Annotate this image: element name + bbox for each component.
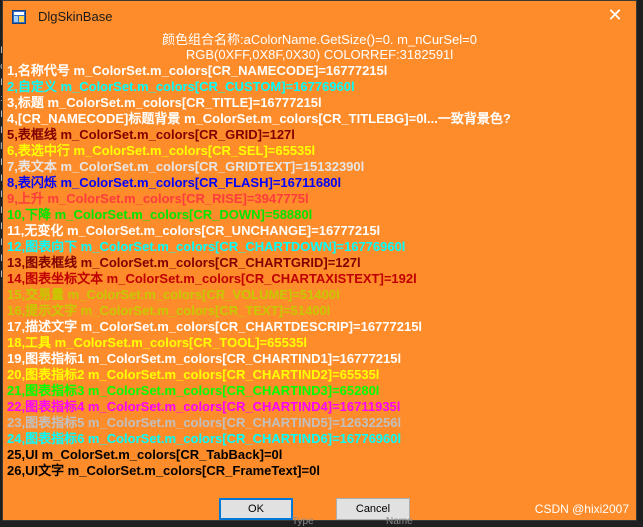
color-entry-line: 19,图表指标1 m_ColorSet.m_colors[CR_CHARTIND… — [7, 351, 402, 366]
color-entry-line: 23,图表指标5 m_ColorSet.m_colors[CR_CHARTIND… — [7, 415, 402, 430]
color-entry-line: 22,图表指标4 m_ColorSet.m_colors[CR_CHARTIND… — [7, 399, 401, 414]
name-column-header: Name — [386, 516, 413, 527]
color-entry-line: 25,UI m_ColorSet.m_colors[CR_TabBack]=0l — [7, 447, 283, 462]
color-entry-line: 17,描述文字 m_ColorSet.m_colors[CR_CHARTDESC… — [7, 319, 423, 334]
right-border — [637, 0, 643, 526]
color-entry-line: 20,图表指标2 m_ColorSet.m_colors[CR_CHARTIND… — [7, 367, 380, 382]
color-list: 1,名称代号 m_ColorSet.m_colors[CR_NAMECODE]=… — [7, 63, 635, 479]
color-entry-line: 10,下降 m_ColorSet.m_colors[CR_DOWN]=58880… — [7, 207, 313, 222]
underlying-panel — [0, 521, 643, 526]
color-entry-line: 11,无变化 m_ColorSet.m_colors[CR_UNCHANGE]=… — [7, 223, 381, 238]
color-entry-line: 6,表选中行 m_ColorSet.m_colors[CR_SEL]=65535… — [7, 143, 316, 158]
close-icon[interactable]: ✕ — [606, 7, 624, 25]
color-entry-line: 13,图表框线 m_ColorSet.m_colors[CR_CHARTGRID… — [7, 255, 361, 270]
color-entry-line: 2,自定义 m_ColorSet.m_colors[CR_CUSTOM]=167… — [7, 79, 355, 94]
rgb-value-label: RGB(0XFF,0X8F,0X30) COLORREF:3182591l — [185, 47, 454, 62]
color-entry-line: 5,表框线 m_ColorSet.m_colors[CR_GRID]=127l — [7, 127, 295, 142]
color-entry-line: 7,表文本 m_ColorSet.m_colors[CR_GRIDTEXT]=1… — [7, 159, 365, 174]
color-entry-line: 21,图表指标3 m_ColorSet.m_colors[CR_CHARTIND… — [7, 383, 380, 398]
title-bar[interactable]: DlgSkinBase ✕ — [3, 1, 636, 32]
color-entry-line: 9,上升 m_ColorSet.m_colors[CR_RISE]=394777… — [7, 191, 309, 206]
app-icon — [12, 10, 26, 24]
color-entry-line: 14,图表坐标文本 m_ColorSet.m_colors[CR_CHARTAX… — [7, 271, 417, 286]
color-entry-line: 15,交易量 m_ColorSet.m_colors[CR_VOLUME]=51… — [7, 287, 340, 302]
color-entry-line: 16,提示文字 m_ColorSet.m_colors[CR_TEXT]=514… — [7, 303, 331, 318]
color-entry-line: 1,名称代号 m_ColorSet.m_colors[CR_NAMECODE]=… — [7, 63, 388, 78]
color-entry-line: 18,工具 m_ColorSet.m_colors[CR_TOOL]=65535… — [7, 335, 307, 350]
color-entry-line: 3,标题 m_ColorSet.m_colors[CR_TITLE]=16777… — [7, 95, 322, 110]
color-entry-line: 12,图表向下 m_ColorSet.m_colors[CR_CHARTDOWN… — [7, 239, 406, 254]
type-column-header: Type — [292, 516, 314, 527]
ok-button[interactable]: OK — [219, 498, 293, 520]
color-entry-line: 4,[CR_NAMECODE]标题背景 m_ColorSet.m_colors[… — [7, 111, 511, 126]
color-scheme-name-label: 颜色组合名称:aColorName.GetSize()=0. m_nCurSel… — [162, 32, 477, 47]
color-entry-line: 8,表闪烁 m_ColorSet.m_colors[CR_FLASH]=1671… — [7, 175, 342, 190]
window-title: DlgSkinBase — [38, 9, 113, 24]
color-entry-line: 24,图表指标6 m_ColorSet.m_colors[CR_CHARTIND… — [7, 431, 402, 446]
watermark: CSDN @hixi2007 — [534, 502, 629, 516]
skin-dialog: DlgSkinBase ✕ 颜色组合名称:aColorName.GetSize(… — [2, 0, 637, 521]
color-entry-line: 26,UI文字 m_ColorSet.m_colors[CR_FrameText… — [7, 463, 320, 478]
